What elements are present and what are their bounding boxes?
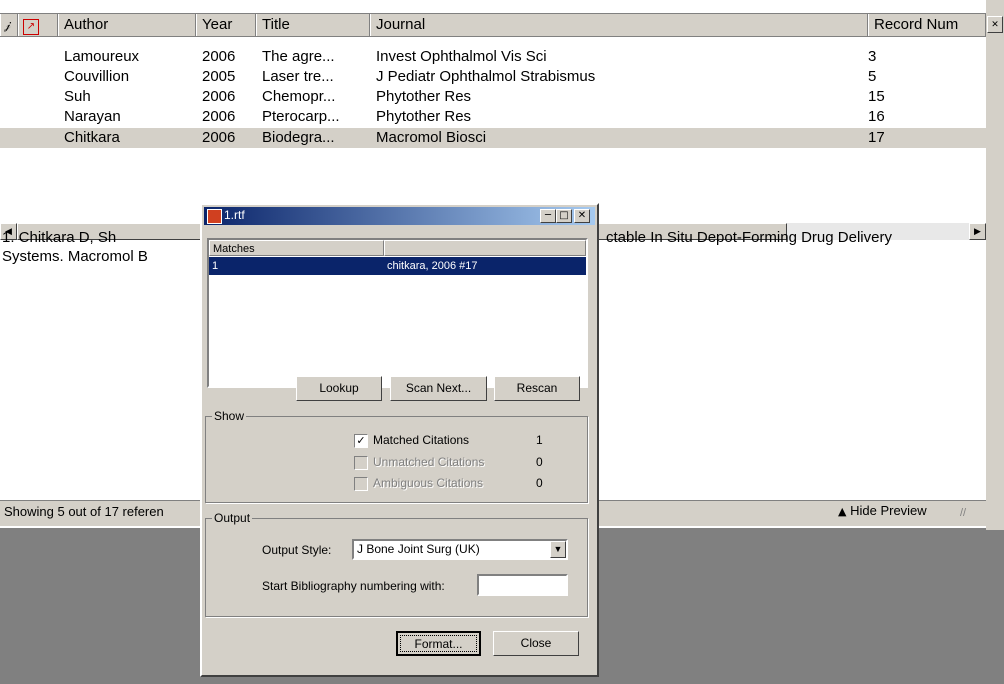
rescan-button[interactable]: Rescan [494, 376, 580, 401]
checkmark-icon: ✓ [354, 433, 368, 448]
lookup-button[interactable]: Lookup [296, 376, 382, 401]
table-row[interactable]: Lamoureux 2006 The agre... Invest Ophtha… [0, 47, 986, 67]
author-cell: Suh [64, 88, 91, 105]
match-row-selected[interactable]: 1 chitkara, 2006 #17 [209, 257, 586, 275]
author-cell: Couvillion [64, 68, 130, 85]
journal-cell: Macromol Biosci [376, 129, 487, 146]
preview-line-1-right: ctable In Situ Depot-Forming Drug Delive… [606, 229, 892, 246]
year-cell: 2006 [202, 48, 236, 65]
record-cell: 16 [868, 108, 885, 125]
table-row[interactable]: Couvillion 2005 Laser tre... J Pediatr O… [0, 67, 986, 87]
output-style-label: Output Style: [262, 543, 332, 557]
output-group: Output Output Style: J Bone Joint Surg (… [205, 511, 588, 617]
year-cell: 2006 [202, 88, 236, 105]
column-header-author[interactable]: Author [58, 14, 196, 36]
right-side-panel: ✕ [986, 0, 1004, 530]
matched-citations-label: Matched Citations [373, 433, 470, 447]
ambiguous-citations-checkbox[interactable]: Ambiguous Citations [354, 475, 483, 491]
format-button[interactable]: Format... [396, 631, 481, 656]
citation-dialog: 1.rtf ─ □ ✕ Matches 1 chitkara, 2006 #17… [200, 203, 599, 677]
year-cell: 2006 [202, 129, 236, 146]
unmatched-citations-count: 0 [536, 455, 543, 469]
journal-cell: Phytother Res [376, 88, 472, 105]
pdf-icon: ↗ [23, 19, 39, 35]
output-style-value: J Bone Joint Surg (UK) [357, 542, 480, 556]
matched-citations-count: 1 [536, 433, 543, 447]
chevron-down-icon: ▼ [553, 544, 563, 554]
title-cell: Chemopr... [262, 88, 336, 105]
ambiguous-citations-count: 0 [536, 476, 543, 490]
app-icon [207, 209, 222, 224]
unmatched-citations-checkbox[interactable]: Unmatched Citations [354, 454, 484, 470]
match-citation: chitkara, 2006 #17 [387, 260, 478, 272]
dropdown-arrow-button[interactable]: ▼ [550, 541, 566, 558]
record-cell: 3 [868, 48, 877, 65]
record-cell: 17 [868, 129, 885, 146]
column-header-journal[interactable]: Journal [370, 14, 868, 36]
matches-column-header[interactable]: Matches [209, 240, 384, 256]
numbering-start-input[interactable] [477, 574, 568, 596]
column-header-record-number[interactable]: Record Num [868, 14, 986, 36]
paperclip-icon: 𝒿 [4, 18, 11, 32]
journal-cell: J Pediatr Ophthalmol Strabismus [376, 68, 596, 85]
minimize-icon: ─ [544, 210, 552, 221]
status-text: Showing 5 out of 17 referen [4, 504, 164, 519]
preview-line-2-left: Systems. Macromol B [2, 248, 148, 265]
maximize-button[interactable]: □ [556, 209, 572, 223]
year-cell: 2005 [202, 68, 236, 85]
maximize-icon: □ [559, 210, 569, 221]
table-row[interactable]: Narayan 2006 Pterocarp... Phytother Res … [0, 107, 986, 127]
close-icon: ✕ [991, 19, 999, 29]
author-cell: Lamoureux [64, 48, 140, 65]
year-cell: 2006 [202, 108, 236, 125]
dialog-close-button[interactable]: Close [493, 631, 579, 656]
unmatched-citations-label: Unmatched Citations [373, 455, 485, 469]
attachment-column-header[interactable]: 𝒿 [0, 14, 18, 36]
show-group-label: Show [212, 409, 247, 423]
hide-preview-label: Hide Preview [850, 503, 927, 518]
title-cell: Laser tre... [262, 68, 334, 85]
ambiguous-citations-label: Ambiguous Citations [373, 476, 484, 490]
dialog-titlebar[interactable]: 1.rtf ─ □ ✕ [204, 207, 595, 225]
preview-line-1-left: 1. Chitkara D, Sh [2, 229, 117, 246]
title-cell: Pterocarp... [262, 108, 340, 125]
close-panel-button[interactable]: ✕ [987, 16, 1003, 33]
record-cell: 15 [868, 88, 885, 105]
hide-preview-arrow-icon: ▲ [838, 505, 847, 518]
numbering-label: Start Bibliography numbering with: [262, 579, 445, 593]
title-cell: The agre... [262, 48, 335, 65]
dialog-title: 1.rtf [224, 208, 245, 222]
table-row-selected[interactable]: Chitkara 2006 Biodegra... Macromol Biosc… [0, 128, 986, 148]
matches-list[interactable]: Matches 1 chitkara, 2006 #17 [207, 238, 588, 388]
show-group: Show ✓ Matched Citations 1 Unmatched Cita… [205, 409, 588, 503]
match-number: 1 [212, 260, 219, 272]
author-cell: Chitkara [64, 129, 120, 146]
hide-preview-button[interactable]: ▲ Hide Preview [838, 503, 927, 518]
checkbox-empty-icon [354, 455, 368, 470]
close-button[interactable]: ✕ [574, 209, 590, 223]
matches-list-header: Matches [209, 240, 586, 256]
minimize-button[interactable]: ─ [540, 209, 556, 223]
title-cell: Biodegra... [262, 129, 335, 146]
output-group-label: Output [212, 511, 253, 525]
checkbox-empty-icon [354, 476, 368, 491]
journal-cell: Phytother Res [376, 108, 472, 125]
record-cell: 5 [868, 68, 877, 85]
citation-column-header[interactable] [384, 240, 586, 256]
column-header-bar: 𝒿 ↗ Author Year Title Journal Record Num [0, 13, 986, 37]
journal-cell: Invest Ophthalmol Vis Sci [376, 48, 547, 65]
author-cell: Narayan [64, 108, 121, 125]
close-icon: ✕ [577, 210, 587, 221]
table-row[interactable]: Suh 2006 Chemopr... Phytother Res 15 [0, 87, 986, 107]
output-style-select[interactable]: J Bone Joint Surg (UK) ▼ [352, 539, 568, 560]
column-header-title[interactable]: Title [256, 14, 370, 36]
resize-grip-icon[interactable]: // [960, 507, 966, 519]
scan-next-button[interactable]: Scan Next... [390, 376, 487, 401]
column-header-year[interactable]: Year [196, 14, 256, 36]
matched-citations-checkbox[interactable]: ✓ Matched Citations [354, 432, 469, 448]
pdf-column-header[interactable]: ↗ [18, 14, 58, 36]
